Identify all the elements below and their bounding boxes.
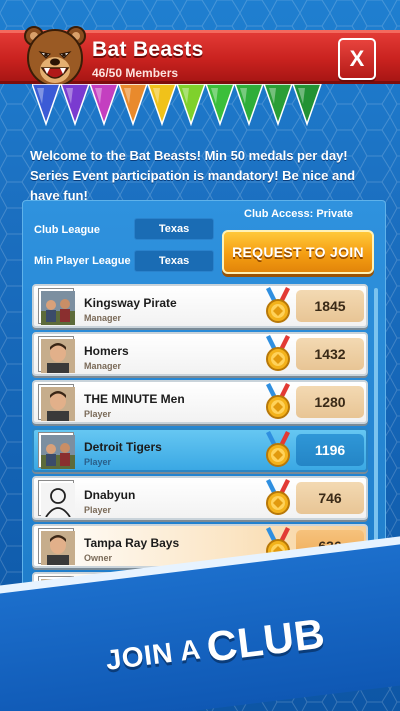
medal-icon [264, 383, 292, 421]
club-name: Bat Beasts [92, 38, 204, 61]
member-score: 1845 [296, 290, 364, 322]
member-role: Owner [84, 553, 113, 563]
member-role: Player [84, 505, 112, 515]
medal-ribbons-icon [32, 84, 322, 127]
member-score: 1280 [296, 386, 364, 418]
medal-icon [264, 287, 292, 325]
member-name: THE MINUTE Men [84, 392, 185, 406]
member-role: Manager [84, 361, 122, 371]
member-name: Homers [84, 344, 129, 358]
ribbon [32, 84, 61, 127]
ribbon [292, 84, 322, 127]
member-name: Dnabyun [84, 488, 136, 502]
member-name: Kingsway Pirate [84, 296, 177, 310]
request-to-join-button[interactable]: REQUEST TO JOIN [222, 230, 374, 274]
person-photo-icon [39, 385, 75, 421]
member-row[interactable]: THE MINUTE Men Player 1280 [32, 380, 368, 424]
club-screen: Bat Beasts 46/50 Members X Welcome to th… [0, 0, 400, 711]
min-player-league-value: Texas [134, 250, 214, 272]
member-name: Detroit Tigers [84, 440, 162, 454]
member-row[interactable]: Detroit Tigers Player 1196 [32, 428, 368, 472]
group-photo-icon [39, 433, 75, 469]
member-name: Tampa Ray Bays [84, 536, 180, 550]
club-description: Welcome to the Bat Beasts! Min 50 medals… [30, 148, 356, 203]
ribbon [176, 84, 206, 127]
ribbon [147, 84, 177, 127]
member-score: 1432 [296, 338, 364, 370]
member-row[interactable]: Dnabyun Player 746 [32, 476, 368, 520]
club-access: Club Access: Private [244, 208, 354, 220]
ribbon [60, 84, 90, 127]
member-row[interactable]: Kingsway Pirate Manager 1845 [32, 284, 368, 328]
member-role: Player [84, 409, 112, 419]
default-avatar-icon [39, 481, 75, 518]
member-count: 46/50 Members [92, 66, 179, 80]
member-role: Player [84, 457, 112, 467]
close-button[interactable]: X [338, 38, 376, 80]
ribbon [205, 84, 235, 127]
min-player-league-label: Min Player League [34, 255, 131, 267]
person-photo-icon [39, 337, 75, 373]
medal-icon [264, 479, 292, 517]
member-score: 1196 [296, 434, 364, 466]
ribbon [118, 84, 148, 127]
club-league-label: Club League [34, 224, 101, 236]
person-photo-icon [39, 529, 75, 565]
member-role: Manager [84, 313, 122, 323]
group-photo-icon [39, 289, 75, 325]
member-score: 746 [296, 482, 364, 514]
ribbon [234, 84, 264, 127]
ribbon [263, 84, 293, 127]
club-league-value: Texas [134, 218, 214, 240]
medal-icon [264, 335, 292, 373]
medal-icon [264, 431, 292, 469]
member-row[interactable]: Homers Manager 1432 [32, 332, 368, 376]
ribbon [89, 84, 119, 127]
